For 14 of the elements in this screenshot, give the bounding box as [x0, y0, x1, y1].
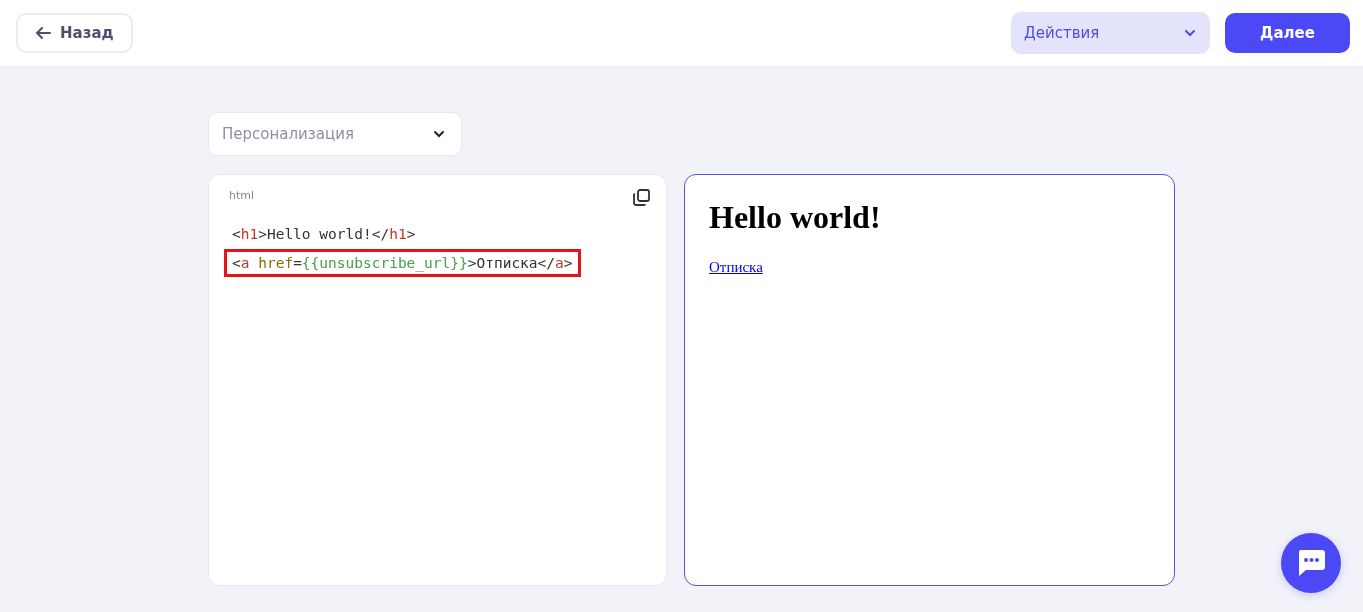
chevron-down-icon — [433, 130, 445, 138]
chevron-down-icon — [1184, 29, 1196, 37]
unsubscribe-link[interactable]: Отписка — [709, 259, 763, 275]
back-button[interactable]: Назад — [16, 13, 133, 53]
chat-bubble-icon — [1296, 549, 1326, 577]
language-label: html — [229, 189, 255, 202]
arrow-left-icon — [35, 26, 51, 40]
actions-dropdown[interactable]: Действия — [1011, 12, 1210, 54]
personalization-dropdown[interactable]: Персонализация — [208, 112, 462, 156]
preview-heading: Hello world! — [709, 199, 882, 236]
copy-icon[interactable] — [633, 189, 650, 206]
next-button[interactable]: Далее — [1225, 13, 1350, 53]
chat-button[interactable] — [1281, 533, 1341, 593]
code-line: <h1>Hello world!</h1> — [231, 225, 417, 244]
